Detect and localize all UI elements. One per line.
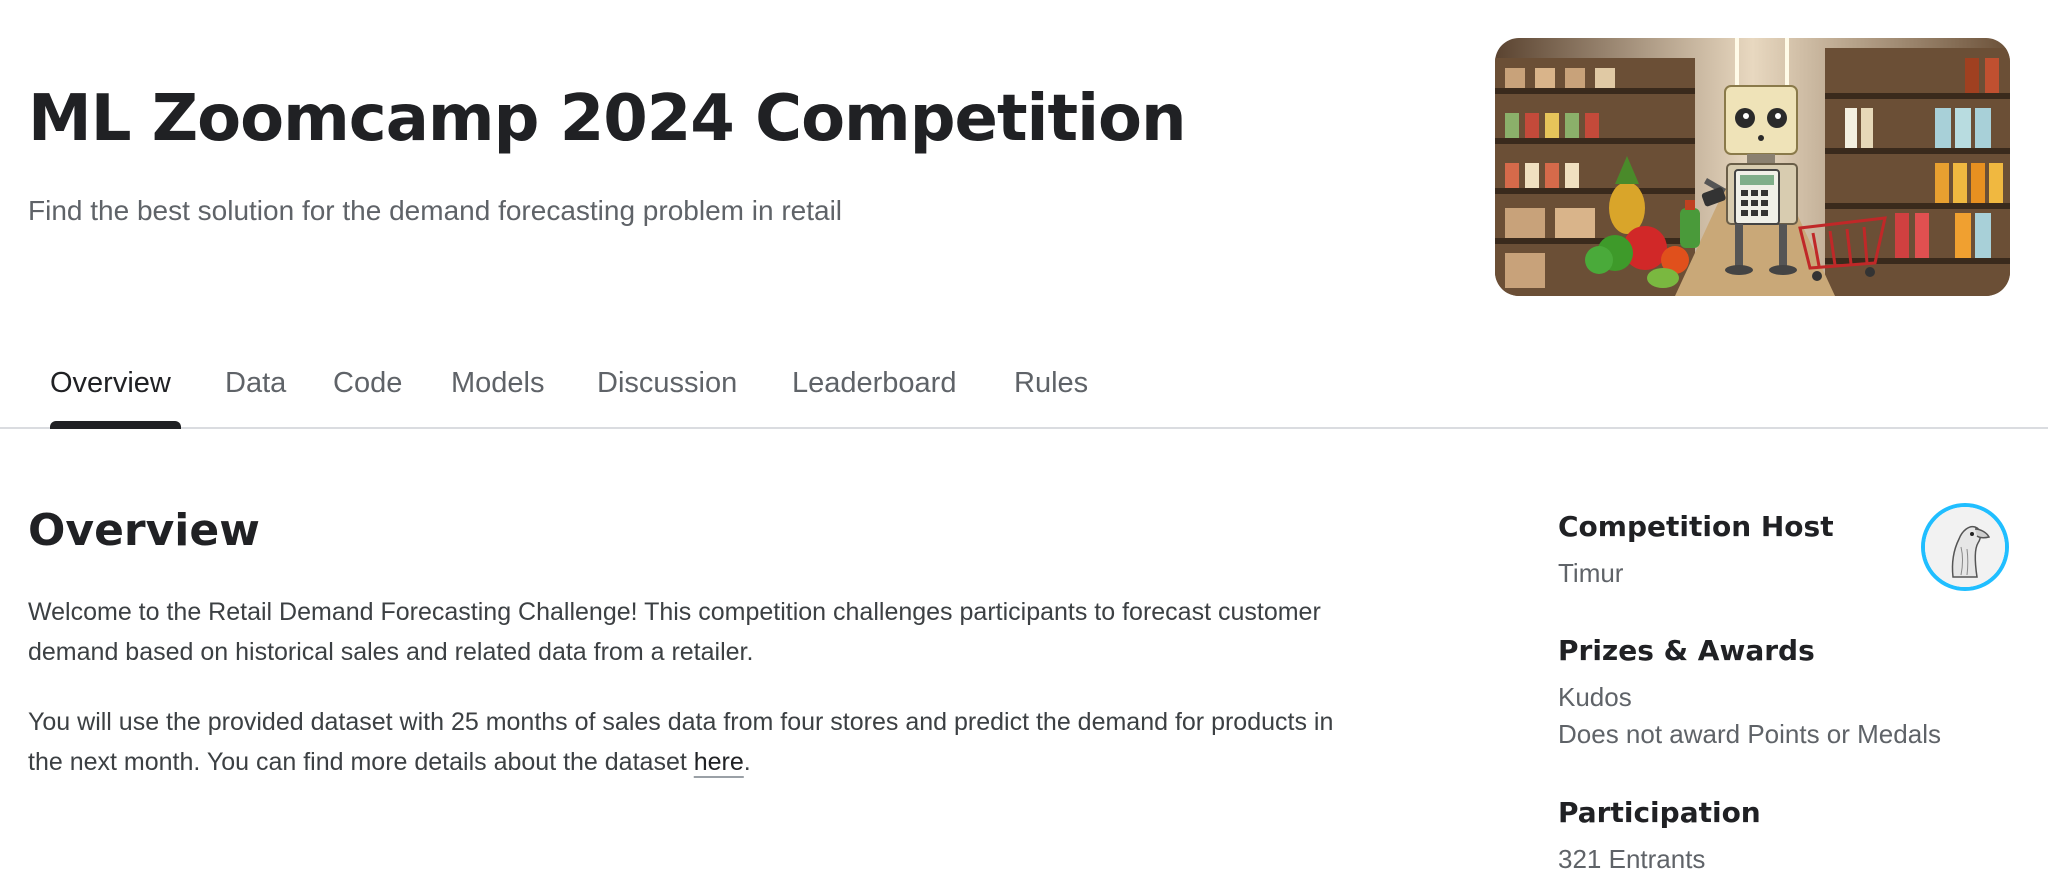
tab-code[interactable]: Code xyxy=(333,367,402,400)
competition-title: ML Zoomcamp 2024 Competition xyxy=(28,82,1187,156)
tab-rules[interactable]: Rules xyxy=(1014,367,1088,400)
dataset-details-link[interactable]: here xyxy=(694,748,744,776)
competition-tabs: Overview Data Code Models Discussion Lea… xyxy=(0,355,2048,429)
tab-models[interactable]: Models xyxy=(451,367,545,400)
participation-entrants: 321 Entrants xyxy=(1558,844,1706,874)
tab-leaderboard[interactable]: Leaderboard xyxy=(792,367,956,400)
host-avatar[interactable] xyxy=(1921,503,2009,591)
competition-host-label: Competition Host xyxy=(1558,510,1834,543)
competition-subtitle: Find the best solution for the demand fo… xyxy=(28,195,843,226)
robot-shopping-banner-icon xyxy=(1495,38,2010,296)
active-tab-indicator xyxy=(50,421,181,429)
overview-paragraph-1: Welcome to the Retail Demand Forecasting… xyxy=(28,598,1321,666)
competition-page: ML Zoomcamp 2024 Competition Find the be… xyxy=(0,0,2048,885)
overview-paragraph-2-text: You will use the provided dataset with 2… xyxy=(28,708,1334,776)
tab-overview[interactable]: Overview xyxy=(50,367,171,400)
overview-paragraph-2: You will use the provided dataset with 2… xyxy=(28,702,1368,782)
prizes-awards-label: Prizes & Awards xyxy=(1558,634,1815,667)
prize-kudos: Kudos xyxy=(1558,682,1632,712)
competition-host-name[interactable]: Timur xyxy=(1558,558,1623,589)
tab-discussion[interactable]: Discussion xyxy=(597,367,737,400)
competition-banner-image xyxy=(1495,38,2010,296)
overview-heading: Overview xyxy=(28,505,260,556)
competition-header: ML Zoomcamp 2024 Competition Find the be… xyxy=(0,0,2048,330)
participation-label: Participation xyxy=(1558,796,1761,829)
prize-points-note: Does not award Points or Medals xyxy=(1558,719,1941,749)
tab-data[interactable]: Data xyxy=(225,367,286,400)
overview-paragraph-2-end: . xyxy=(743,748,751,776)
goose-avatar-icon xyxy=(1925,507,2005,587)
